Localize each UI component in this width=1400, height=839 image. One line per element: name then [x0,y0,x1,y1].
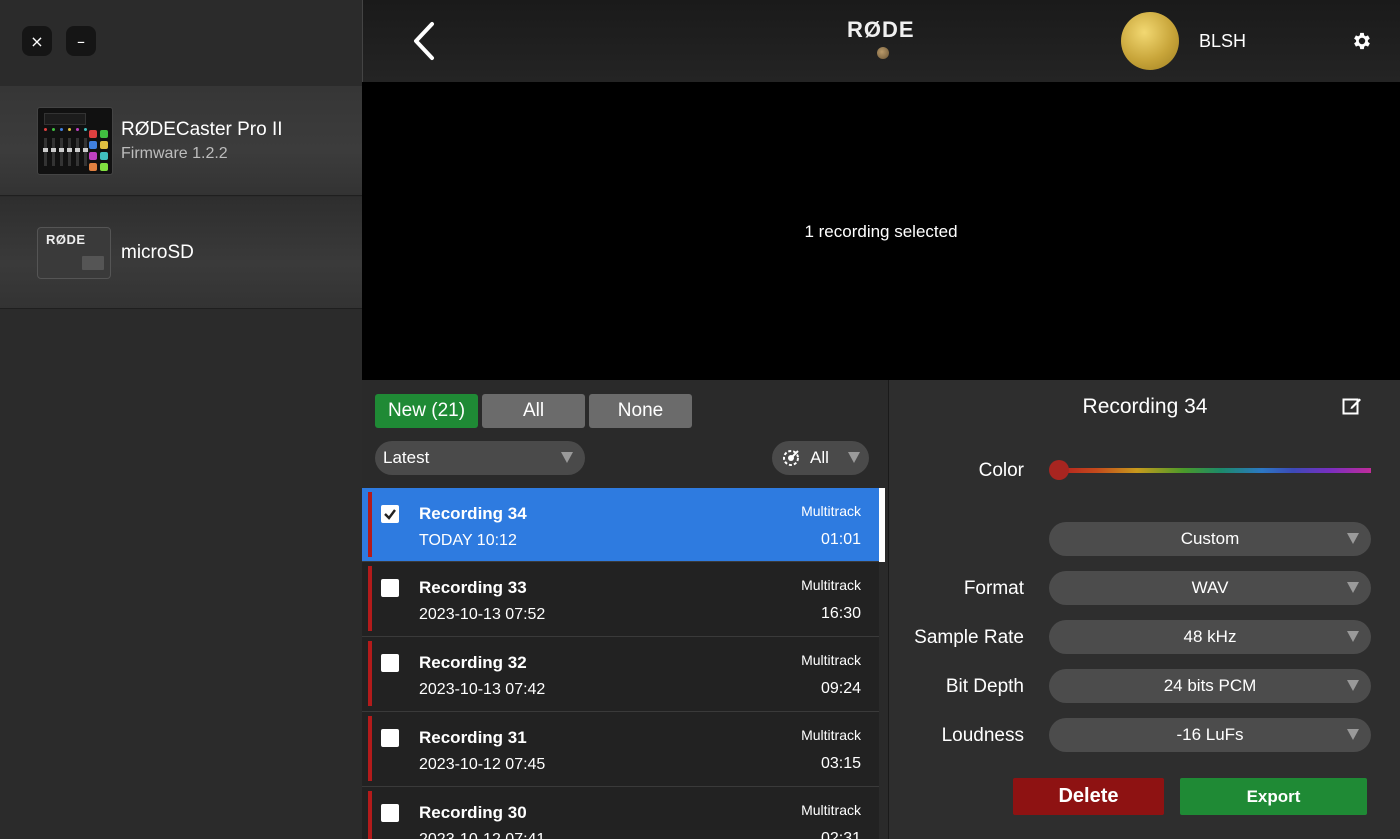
recording-date: TODAY 10:12 [419,532,517,549]
list-item[interactable]: Recording 32 2023-10-13 07:42 Multitrack… [362,637,879,712]
color-slider-handle[interactable] [1049,460,1069,480]
recording-date: 2023-10-13 07:42 [419,681,546,698]
recording-date: 2023-10-12 07:45 [419,756,546,773]
recording-title: Recording 34 [1082,395,1208,418]
sidebar-device-microsd[interactable]: RØDE microSD [0,197,362,309]
recording-duration: 02:31 [820,830,861,839]
color-slider[interactable] [1059,468,1371,473]
recording-name: Recording 33 [419,578,527,597]
color-tag [368,791,372,839]
export-button[interactable]: Export [1180,778,1367,815]
microsd-device-image: RØDE [37,219,113,287]
chevron-down-icon [1347,631,1359,642]
recording-date: 2023-10-13 07:52 [419,606,546,623]
type-filter-dropdown[interactable]: All [772,441,869,475]
sample-rate-dropdown[interactable]: 48 kHz [1049,620,1371,654]
delete-button[interactable]: Delete [1013,778,1164,815]
bit-depth-dropdown[interactable]: 24 bits PCM [1049,669,1371,703]
loudness-dropdown[interactable]: -16 LuFs [1049,718,1371,752]
device-name: RØDECaster Pro II [121,118,283,140]
window-controls: × – [22,26,96,56]
sort-dropdown[interactable]: Latest [375,441,585,475]
minimize-icon[interactable]: – [66,26,96,56]
recording-detail-panel: Recording 34 Color Custom Format WAV Sam… [888,380,1400,839]
recordings-panel: New (21) All None Latest All Recording 3… [362,380,888,839]
app-window: × – RØDECaster Pro II Firmware 1.2.2 RØD… [0,0,1400,839]
chevron-down-icon [1347,582,1359,593]
checkbox[interactable] [381,579,399,597]
sidebar-device-rodecaster[interactable]: RØDECaster Pro II Firmware 1.2.2 [0,86,362,196]
recording-name: Recording 30 [419,803,527,822]
chevron-down-icon [1347,533,1359,544]
recording-type: Multitrack [801,577,861,593]
color-label: Color [978,460,1024,481]
loudness-label: Loudness [941,725,1024,746]
recording-date: 2023-10-12 07:41 [419,831,545,839]
filter-none-button[interactable]: None [589,394,692,428]
bit-depth-label: Bit Depth [945,676,1024,697]
sample-rate-value: 48 kHz [1183,627,1237,646]
recording-type: Multitrack [801,503,861,519]
edit-icon[interactable] [1342,396,1362,416]
recording-name: Recording 34 [419,504,527,523]
sample-rate-label: Sample Rate [914,627,1024,648]
status-dot-icon [877,47,889,59]
sidebar: × – RØDECaster Pro II Firmware 1.2.2 RØD… [0,0,362,839]
selection-filter: New (21) All None [375,394,692,428]
preset-dropdown[interactable]: Custom [1049,522,1371,556]
color-tag [368,492,372,557]
bit-depth-value: 24 bits PCM [1163,676,1257,695]
checkbox[interactable] [381,804,399,822]
back-arrow-icon[interactable] [407,20,441,62]
recording-type: Multitrack [801,802,861,818]
filter-new-button[interactable]: New (21) [375,394,478,428]
brand-logo: RØDE [847,17,915,42]
chevron-down-icon [1347,729,1359,740]
recording-type: Multitrack [801,727,861,743]
type-filter-value: All [810,448,829,467]
filter-type-icon [782,449,800,467]
scrollbar[interactable] [879,488,885,562]
recording-type: Multitrack [801,652,861,668]
format-label: Format [963,578,1024,599]
list-item[interactable]: Recording 33 2023-10-13 07:52 Multitrack… [362,562,879,637]
device-name: microSD [121,241,194,263]
checkbox[interactable] [381,654,399,672]
waveform-preview: 1 recording selected [362,82,1400,380]
sdcard-brand: RØDE [46,231,86,247]
recording-name: Recording 31 [419,728,527,747]
color-tag [368,716,372,781]
recording-name: Recording 32 [419,653,527,672]
checkbox-checked-icon[interactable] [381,505,399,523]
loudness-value: -16 LuFs [1176,725,1244,744]
avatar[interactable] [1121,12,1179,70]
device-firmware: Firmware 1.2.2 [121,144,228,162]
chevron-down-icon [561,452,573,463]
selection-status: 1 recording selected [804,222,958,241]
checkbox[interactable] [381,729,399,747]
preset-value: Custom [1180,529,1240,548]
color-tag [368,566,372,631]
color-tag [368,641,372,706]
top-bar: RØDE BLSH [362,0,1400,82]
close-icon[interactable]: × [22,26,52,56]
recordings-list: Recording 34 TODAY 10:12 Multitrack 01:0… [362,488,888,839]
recording-duration: 03:15 [820,755,861,772]
format-value: WAV [1191,578,1229,597]
format-dropdown[interactable]: WAV [1049,571,1371,605]
rodecaster-device-image [37,106,113,175]
recording-duration: 09:24 [820,680,861,697]
filter-all-button[interactable]: All [482,394,585,428]
list-item[interactable]: Recording 31 2023-10-12 07:45 Multitrack… [362,712,879,787]
chevron-down-icon [1347,680,1359,691]
sort-value: Latest [383,448,430,467]
list-item[interactable]: Recording 30 2023-10-12 07:41 Multitrack… [362,787,879,839]
list-item[interactable]: Recording 34 TODAY 10:12 Multitrack 01:0… [362,488,885,562]
recording-duration: 16:30 [820,605,861,622]
user-name[interactable]: BLSH [1199,31,1246,52]
gear-icon[interactable] [1351,30,1373,52]
chevron-down-icon [848,452,860,463]
recording-duration: 01:01 [820,531,861,548]
